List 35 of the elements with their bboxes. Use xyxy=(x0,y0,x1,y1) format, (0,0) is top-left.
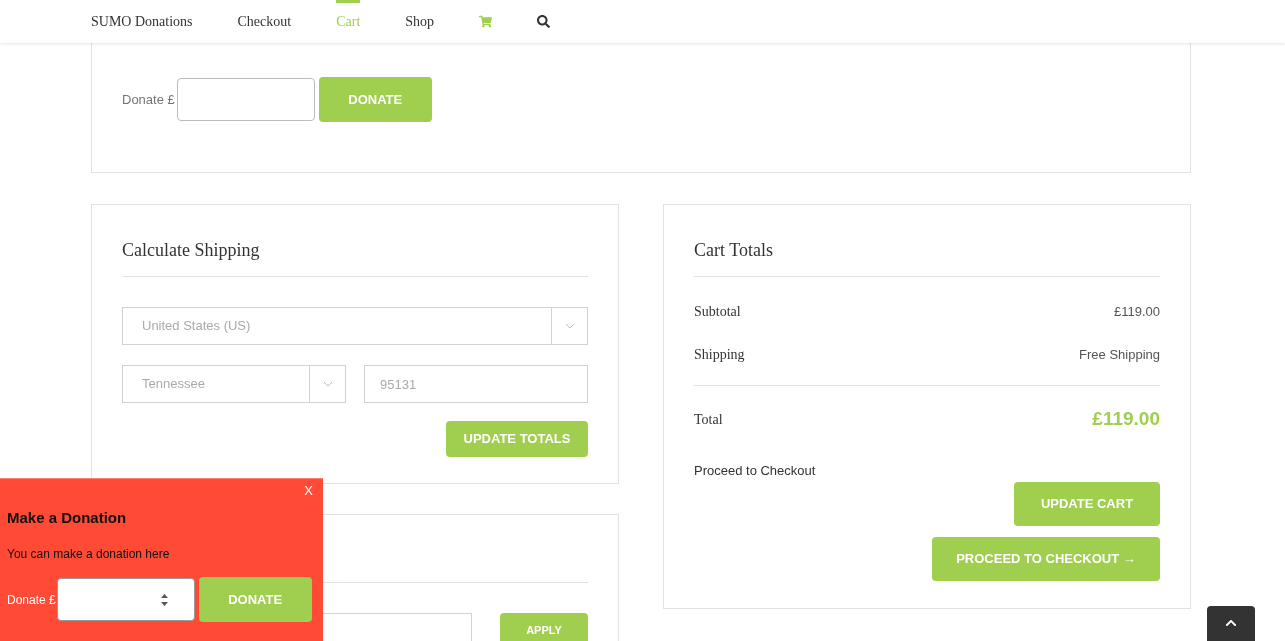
total-label: Total xyxy=(694,410,723,429)
nav-link[interactable]: Checkout xyxy=(237,0,292,43)
panel-title: Calculate Shipping xyxy=(122,237,588,277)
total-value: £119.00 xyxy=(1113,302,1160,321)
panel-title: Cart Totals xyxy=(694,237,1160,277)
chevron-up-icon xyxy=(1225,617,1237,629)
total-value: Free Shipping xyxy=(1079,345,1160,364)
update-cart-button[interactable]: UPDATE CART xyxy=(1014,482,1160,526)
apply-button[interactable]: APPLY xyxy=(500,613,588,641)
donate-button[interactable]: DONATE xyxy=(198,577,312,622)
postcode-field[interactable]: 95131 xyxy=(364,365,588,403)
search-icon[interactable] xyxy=(537,15,551,28)
nav-link[interactable]: Cart xyxy=(336,0,361,43)
spinner-icon[interactable] xyxy=(160,592,168,607)
donate-button[interactable]: DONATE xyxy=(318,77,432,122)
proceed-to-checkout-button[interactable]: PROCEED TO CHECKOUT → xyxy=(932,537,1160,581)
country-select[interactable]: United States (US) xyxy=(122,307,588,345)
state-select[interactable]: Tennessee xyxy=(122,365,346,403)
popup-text: You can make a donation here xyxy=(7,546,171,563)
chevron-down-icon xyxy=(564,323,575,329)
chevron-down-icon xyxy=(322,381,333,387)
donation-input[interactable] xyxy=(176,78,315,121)
total-price: £119.00 xyxy=(1092,407,1160,431)
update-totals-button[interactable]: UPDATE TOTALS xyxy=(446,421,588,457)
close-button[interactable]: X xyxy=(304,481,313,501)
popup-title: Make a Donation xyxy=(7,507,128,528)
donate-label: Donate £ xyxy=(122,90,175,109)
nav-link[interactable]: Shop xyxy=(405,0,435,43)
donate-label: Donate £ xyxy=(7,591,56,609)
nav-link[interactable]: SUMO Donations xyxy=(91,0,193,43)
proceed-label: Proceed to Checkout xyxy=(694,461,817,480)
total-label: Subtotal xyxy=(694,303,741,321)
donation-input[interactable] xyxy=(56,578,195,621)
scroll-top-button[interactable] xyxy=(1207,606,1255,641)
total-label: Shipping xyxy=(694,346,745,364)
